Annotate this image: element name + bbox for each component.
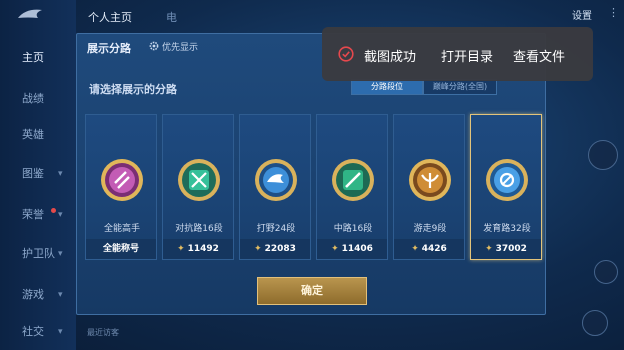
card-name: 全能高手 [103, 224, 140, 234]
tab-lane-rank[interactable]: 分路段位 [351, 79, 423, 95]
lane-card-clash[interactable]: 对抗路16段 ✦ 11492 [162, 114, 234, 260]
sidebar-item-label: 战绩 [22, 92, 44, 105]
sidebar-item-label: 护卫队 [22, 247, 55, 260]
toast-message: 截图成功 [364, 50, 417, 65]
card-footer: 全能称号 [86, 239, 156, 259]
tab-peak-lane[interactable]: 巅峰分路(全国) [423, 79, 497, 95]
mid-lane-emblem-icon [332, 159, 374, 201]
gear-icon [149, 41, 159, 51]
chevron-down-icon: ▾ [58, 327, 63, 337]
lane-card-all-round[interactable]: 全能高手 全能称号 [85, 114, 157, 260]
card-footer: ✦ 11406 [317, 239, 387, 259]
sidebar-item-label: 英雄 [22, 128, 44, 141]
card-footer: ✦ 4426 [394, 239, 464, 259]
card-value: 37002 [495, 244, 527, 254]
sidebar-item-label: 游戏 [22, 288, 44, 301]
tab-profile[interactable]: 个人主页 [88, 9, 132, 25]
rank-score-icon: ✦ [254, 244, 262, 254]
sidebar-item-guard[interactable]: 护卫队 ▾ [0, 243, 76, 265]
check-circle-icon [338, 46, 354, 62]
rank-score-icon: ✦ [411, 244, 419, 254]
open-directory-link[interactable]: 打开目录 [441, 46, 493, 65]
sidebar-item-label: 社交 [22, 325, 44, 338]
lane-card-jungle[interactable]: 打野24段 ✦ 22083 [239, 114, 311, 260]
sidebar-item-gallery[interactable]: 图鉴 ▾ [0, 163, 76, 185]
rank-score-icon: ✦ [485, 244, 493, 254]
top-bar: 个人主页 电 设置 ⋮ [76, 0, 624, 30]
jungle-emblem-icon [255, 159, 297, 201]
card-footer: ✦ 11492 [163, 239, 233, 259]
sidebar-item-records[interactable]: 战绩 [0, 88, 76, 110]
sidebar-item-heroes[interactable]: 英雄 [0, 124, 76, 146]
tab-second[interactable]: 电 [166, 9, 177, 25]
back-icon[interactable] [12, 4, 52, 26]
card-name: 发育路32段 [483, 224, 531, 234]
card-value: 4426 [421, 244, 447, 254]
lane-cards: 全能高手 全能称号 对抗路16段 ✦ 11492 打野24段 ✦ 22083 中… [85, 114, 545, 262]
card-value: 22083 [264, 244, 296, 254]
rank-score-icon: ✦ [177, 244, 185, 254]
clash-lane-emblem-icon [178, 159, 220, 201]
sidebar-item-label: 图鉴 [22, 167, 44, 180]
card-footer: ✦ 22083 [240, 239, 310, 259]
sidebar-item-social[interactable]: 社交 ▾ [0, 321, 76, 343]
card-name: 打野24段 [256, 224, 296, 234]
chevron-down-icon: ▾ [58, 249, 63, 259]
roam-emblem-icon [409, 159, 451, 201]
dialog-subtitle: 请选择展示的分路 [89, 83, 177, 96]
chevron-down-icon: ▾ [58, 169, 63, 179]
lane-card-roam[interactable]: 游走9段 ✦ 4426 [393, 114, 465, 260]
rank-score-icon: ✦ [331, 244, 339, 254]
round-icon-button[interactable] [582, 310, 608, 336]
card-value: 全能称号 [102, 244, 139, 254]
round-icon-button[interactable] [588, 140, 618, 170]
sidebar: 主页 战绩 英雄 图鉴 ▾ 荣誉 ▾ 护卫队 ▾ 游戏 ▾ 社交 ▾ [0, 0, 76, 350]
chevron-down-icon: ▾ [58, 210, 63, 220]
card-value: 11406 [341, 244, 373, 254]
priority-label: 优先显示 [162, 43, 199, 53]
dialog-title: 展示分路 [87, 42, 131, 55]
farm-lane-emblem-icon [486, 159, 528, 201]
notification-dot [51, 208, 56, 213]
card-name: 中路16段 [333, 224, 373, 234]
sidebar-item-home[interactable]: 主页 [0, 47, 76, 69]
sidebar-item-games[interactable]: 游戏 ▾ [0, 284, 76, 306]
screenshot-toast: 截图成功 打开目录 查看文件 [322, 27, 593, 81]
recent-visitors-label[interactable]: 最近访客 [87, 327, 119, 338]
round-icon-button[interactable] [594, 260, 618, 284]
card-footer: ✦ 37002 [471, 239, 541, 259]
settings-button[interactable]: 设置 [572, 7, 592, 22]
more-icon[interactable]: ⋮ [608, 6, 619, 19]
confirm-button[interactable]: 确定 [257, 277, 367, 305]
sidebar-item-label: 荣誉 [22, 208, 44, 221]
card-name: 对抗路16段 [175, 224, 223, 234]
priority-display-toggle[interactable]: 优先显示 [149, 40, 198, 53]
sidebar-item-honor[interactable]: 荣誉 ▾ [0, 204, 76, 226]
card-value: 11492 [187, 244, 219, 254]
view-file-link[interactable]: 查看文件 [513, 46, 565, 65]
card-name: 游走9段 [413, 224, 447, 234]
lane-card-farm[interactable]: 发育路32段 ✦ 37002 [470, 114, 542, 260]
chevron-down-icon: ▾ [58, 290, 63, 300]
lane-card-mid[interactable]: 中路16段 ✦ 11406 [316, 114, 388, 260]
all-round-emblem-icon [101, 159, 143, 201]
sidebar-item-label: 主页 [22, 51, 44, 64]
